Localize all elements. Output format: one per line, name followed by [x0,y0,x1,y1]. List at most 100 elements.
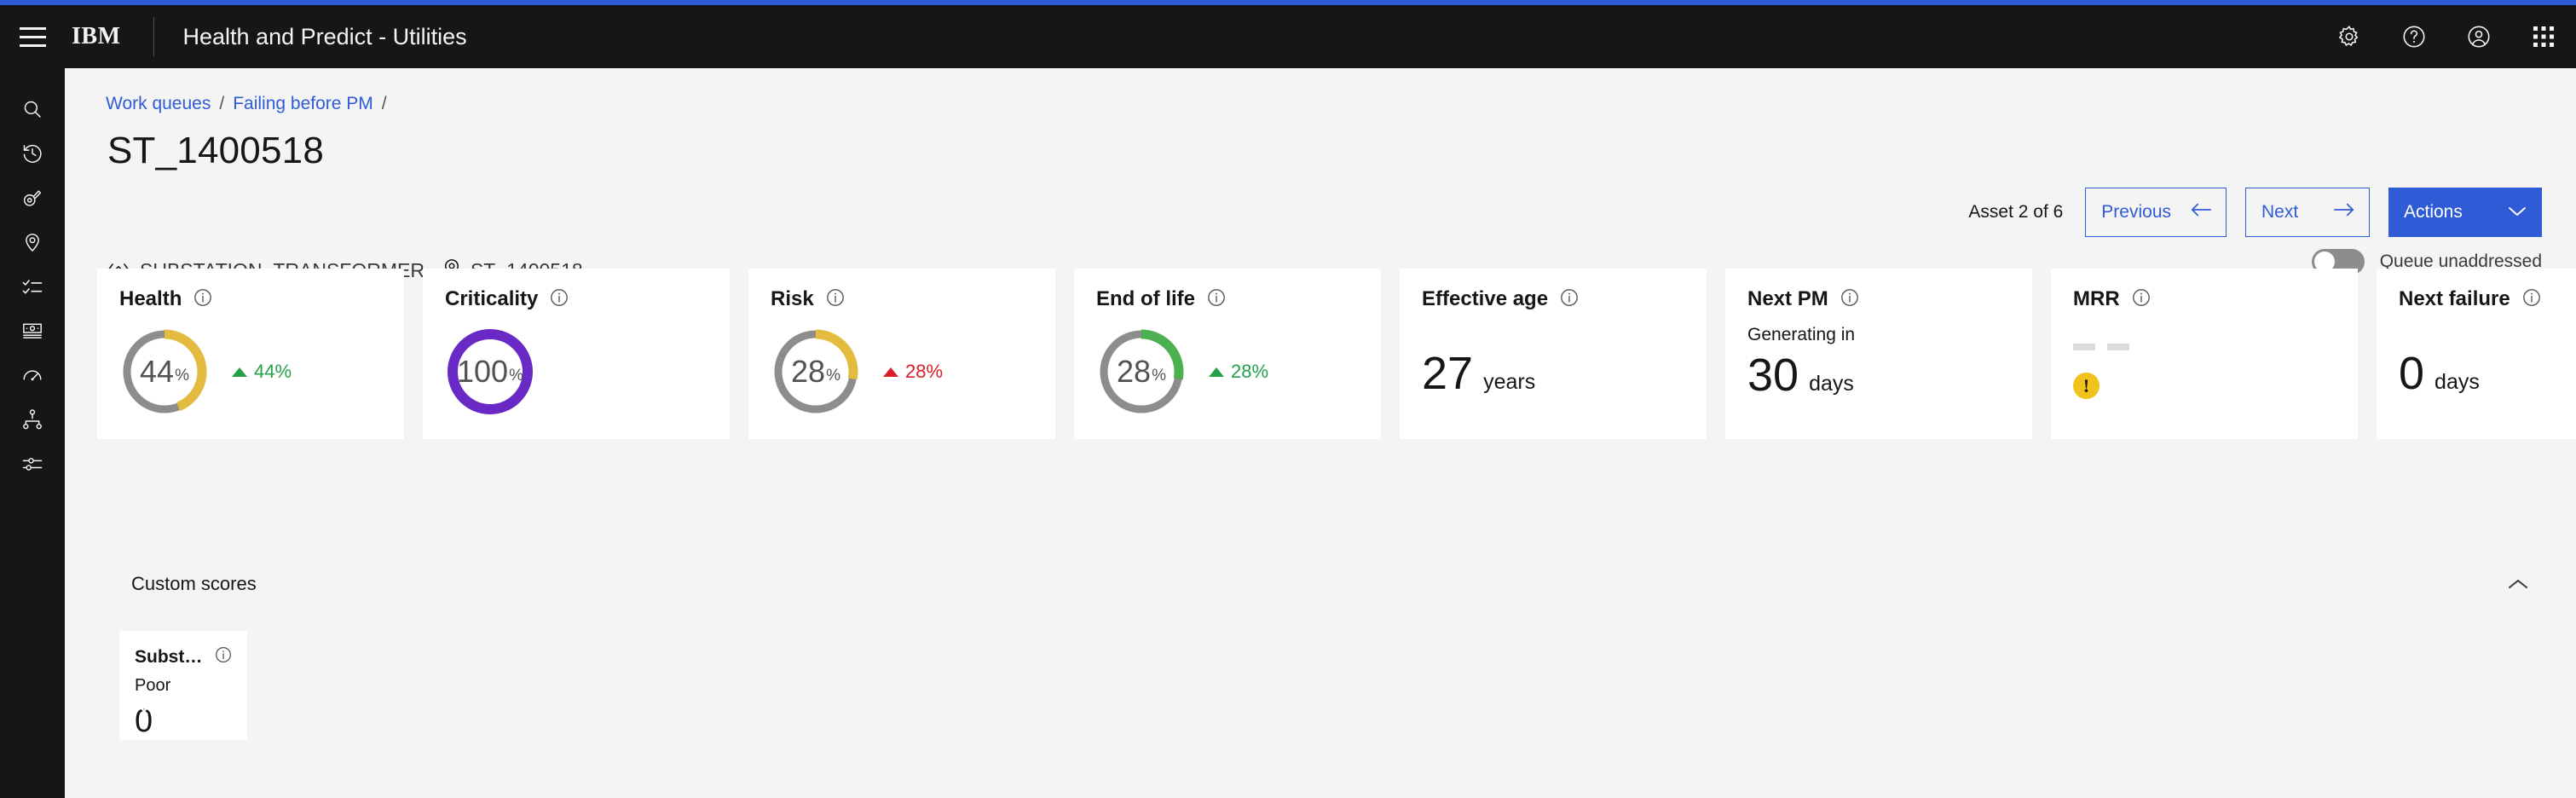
kpi-card-criticality[interactable]: Criticality 100 % [423,269,730,439]
hamburger-icon[interactable] [0,5,65,68]
card-title: MRR [2073,287,2120,310]
kpi-card-mrr[interactable]: MRR ! [2051,269,2358,439]
score-rating: Poor [135,676,171,695]
sidebar-item-hierarchy[interactable] [0,397,65,442]
card-header: Effective age [1422,287,1684,311]
delta-indicator: 28% [883,361,943,383]
score-card-header: Substation Ef... [135,646,232,668]
card-title: Health [119,287,182,310]
gauge-unit: % [175,367,189,385]
ibm-logo[interactable]: IBM [65,23,126,50]
chevron-up-icon[interactable] [2501,567,2535,601]
kpi-card-end-of-life[interactable]: End of life 28 % 28% [1074,269,1381,439]
header-divider [153,17,154,56]
triangle-up-icon [1209,367,1224,377]
value-row: 30 days [1747,350,2010,401]
kpi-card-health[interactable]: Health 44 % 44% [97,269,404,439]
gauge-number: 28 [791,354,826,389]
breadcrumb-separator: / [219,94,225,113]
info-icon[interactable] [1207,288,1226,311]
arrow-right-icon [2333,201,2355,223]
card-title: Risk [771,287,814,310]
chevron-down-icon [2508,202,2527,223]
gauge-row: 100 % [445,327,708,417]
previous-button-label: Previous [2101,202,2171,222]
previous-button[interactable]: Previous [2085,188,2227,237]
sidebar-item-performance[interactable] [0,353,65,397]
card-header: Criticality [445,287,708,311]
asset-count-label: Asset 2 of 6 [1968,202,2064,222]
breadcrumb: Work queues / Failing before PM / [106,94,387,114]
sidebar-item-costs[interactable] [0,309,65,353]
sidebar-item-locations[interactable] [0,220,65,264]
card-header: Health [119,287,382,311]
gauge-value: 28 % [771,327,861,417]
delta-value: 28% [1231,361,1269,382]
triangle-up-icon [232,367,247,377]
user-avatar-icon[interactable] [2446,5,2511,68]
info-icon[interactable] [2132,288,2151,311]
app-title: Health and Predict - Utilities [182,23,467,49]
sidebar-item-history[interactable] [0,131,65,176]
sidebar-item-work-queues[interactable] [0,264,65,309]
actions-button-label: Actions [2404,202,2463,222]
gauge-unit: % [509,367,523,385]
gauge-row: 28 % 28% [1096,327,1359,417]
value-unit: years [1483,370,1536,394]
info-icon[interactable] [2522,288,2541,311]
delta-value: 44% [254,361,292,382]
app-switcher-icon[interactable] [2511,5,2576,68]
value-number: 27 [1422,348,1474,399]
breadcrumb-item-failing-before-pm[interactable]: Failing before PM [233,94,373,114]
gauge-unit: % [826,367,840,385]
gauge-row: 44 % 44% [119,327,382,417]
health-gauge: 44 % [119,327,210,417]
skeleton-bar [2073,344,2095,350]
gauge-value: 100 % [445,327,535,417]
loading-skeletons [2073,344,2336,350]
app-header: IBM Health and Predict - Utilities [0,5,2576,68]
value-unit: days [1809,372,1854,396]
next-button[interactable]: Next [2245,188,2370,237]
actions-button[interactable]: Actions [2388,188,2542,237]
info-icon[interactable] [215,646,232,668]
custom-score-card[interactable]: Substation Ef... Poor 0 [119,631,247,740]
custom-scores-section-header[interactable]: Custom scores [97,559,2561,609]
kpi-card-next-pm[interactable]: Next PM Generating in 30 days [1725,269,2032,439]
delta-value: 28% [905,361,944,382]
warning-icon: ! [2073,373,2099,399]
sidebar-item-settings[interactable] [0,442,65,486]
score-value: 0 [135,703,153,739]
delta-indicator: 28% [1209,361,1268,383]
value-row: 0 days [2399,348,2576,399]
info-icon[interactable] [1560,288,1579,311]
help-icon[interactable] [2382,5,2446,68]
sidebar-item-assets[interactable] [0,176,65,220]
breadcrumb-item-work-queues[interactable]: Work queues [106,94,211,114]
custom-scores-title: Custom scores [131,573,257,594]
gauge-value: 28 % [1096,327,1187,417]
card-subtitle: Generating in [1747,325,1856,344]
value-unit: days [2434,370,2480,394]
risk-gauge: 28 % [771,327,861,417]
page-title: ST_1400518 [107,130,324,171]
info-icon[interactable] [550,288,569,311]
kpi-card-risk[interactable]: Risk 28 % 28% [748,269,1055,439]
info-icon[interactable] [193,288,212,311]
sidebar-item-search[interactable] [0,87,65,131]
gear-icon[interactable] [2317,5,2382,68]
card-header: Next PM [1747,287,2010,311]
gauge-number: 44 [140,354,175,389]
next-button-label: Next [2261,202,2299,222]
gauge-row: 28 % 28% [771,327,1033,417]
value-number: 30 [1747,350,1799,401]
criticality-gauge: 100 % [445,327,535,417]
info-icon[interactable] [1840,288,1859,311]
info-icon[interactable] [826,288,845,311]
kpi-card-effective-age[interactable]: Effective age 27 years [1400,269,1707,439]
asset-pager: Asset 2 of 6 Previous Next Actions [1968,188,2542,237]
kpi-card-next-failure[interactable]: Next failure 0 days [2377,269,2576,439]
main-content: Work queues / Failing before PM / ST_140… [65,68,2576,798]
header-actions [2317,5,2576,68]
sidebar-rail [0,68,65,798]
